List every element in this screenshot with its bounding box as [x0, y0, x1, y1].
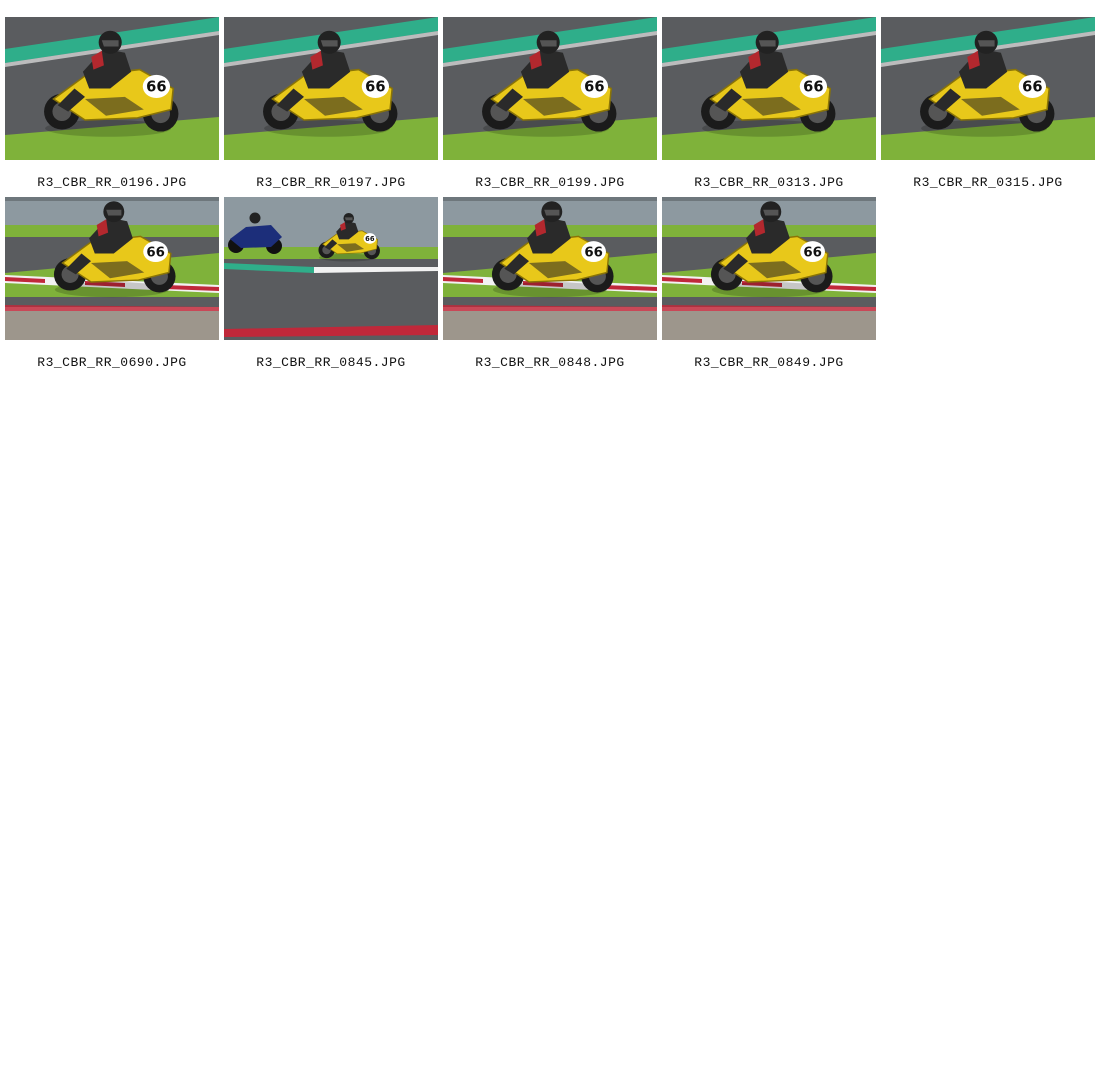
gallery-cell: 66 R3_CBR_RR_0199.JPG [443, 17, 657, 197]
photo-filename[interactable]: R3_CBR_RR_0690.JPG [5, 355, 219, 370]
photo-thumbnail[interactable]: 66 [881, 17, 1095, 160]
photo-filename[interactable]: R3_CBR_RR_0849.JPG [662, 355, 876, 370]
gallery-cell: 66 R3_CBR_RR_0315.JPG [881, 17, 1095, 197]
photo-filename[interactable]: R3_CBR_RR_0848.JPG [443, 355, 657, 370]
photo-gallery: 66 R3_CBR_RR_0196.JPG 66 R3_CBR_RR_0197.… [5, 17, 1100, 377]
photo-thumbnail[interactable]: 66 [662, 197, 876, 340]
photo-thumbnail[interactable]: 66 [224, 197, 438, 340]
photo-thumbnail[interactable]: 66 [662, 17, 876, 160]
photo-thumbnail[interactable]: 66 [224, 17, 438, 160]
gallery-cell: 66 R3_CBR_RR_0849.JPG [662, 197, 876, 377]
photo-filename[interactable]: R3_CBR_RR_0199.JPG [443, 175, 657, 190]
photo-filename[interactable]: R3_CBR_RR_0845.JPG [224, 355, 438, 370]
gallery-cell: 66 R3_CBR_RR_0196.JPG [5, 17, 219, 197]
gallery-row-2: 66 R3_CBR_RR_0690.JPG 66 R3_CBR_RR_0845.… [5, 197, 1100, 377]
gallery-cell: 66 R3_CBR_RR_0848.JPG [443, 197, 657, 377]
svg-text:66: 66 [584, 245, 603, 260]
photo-filename[interactable]: R3_CBR_RR_0313.JPG [662, 175, 876, 190]
gallery-cell: 66 R3_CBR_RR_0690.JPG [5, 197, 219, 377]
svg-text:66: 66 [146, 79, 166, 96]
svg-text:66: 66 [584, 79, 604, 96]
svg-text:66: 66 [803, 79, 823, 96]
svg-text:66: 66 [365, 235, 375, 243]
photo-thumbnail[interactable]: 66 [443, 17, 657, 160]
photo-filename[interactable]: R3_CBR_RR_0197.JPG [224, 175, 438, 190]
svg-text:66: 66 [365, 79, 385, 96]
photo-thumbnail[interactable]: 66 [5, 17, 219, 160]
gallery-row-1: 66 R3_CBR_RR_0196.JPG 66 R3_CBR_RR_0197.… [5, 17, 1100, 197]
gallery-cell: 66 R3_CBR_RR_0197.JPG [224, 17, 438, 197]
svg-text:66: 66 [1022, 79, 1042, 96]
svg-text:66: 66 [803, 245, 822, 260]
svg-text:66: 66 [146, 245, 165, 260]
photo-filename[interactable]: R3_CBR_RR_0315.JPG [881, 175, 1095, 190]
gallery-cell: 66 R3_CBR_RR_0845.JPG [224, 197, 438, 377]
photo-filename[interactable]: R3_CBR_RR_0196.JPG [5, 175, 219, 190]
photo-thumbnail[interactable]: 66 [5, 197, 219, 340]
photo-thumbnail[interactable]: 66 [443, 197, 657, 340]
gallery-cell: 66 R3_CBR_RR_0313.JPG [662, 17, 876, 197]
